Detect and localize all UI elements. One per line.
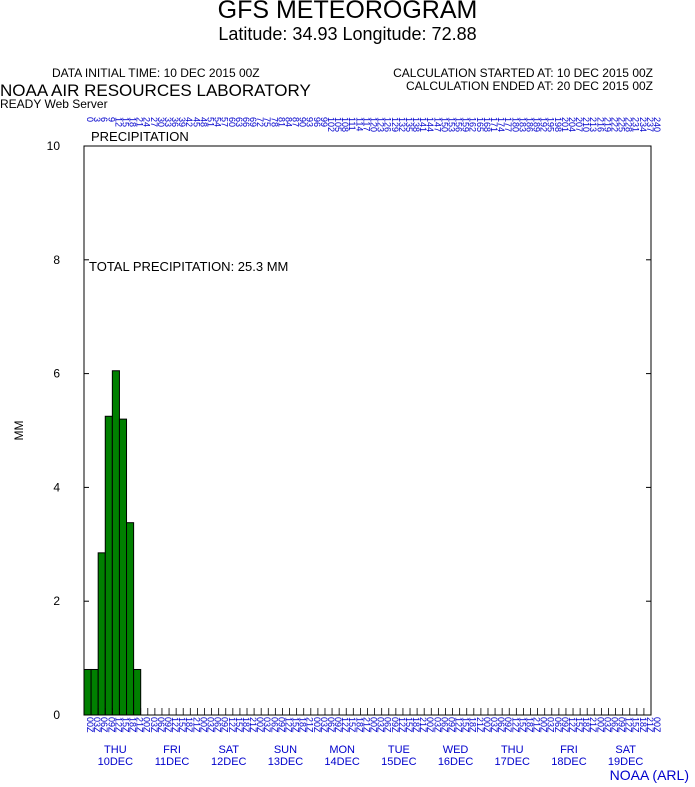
y-tick-label: 4 <box>53 480 60 494</box>
bottom-tick-label: 00Z <box>652 717 662 733</box>
day-date-label: 14DEC <box>324 756 360 768</box>
plot-frame <box>83 145 652 716</box>
day-weekday-label: FRI <box>163 744 181 756</box>
day-date-label: 16DEC <box>438 756 474 768</box>
y-tick-label: 2 <box>53 594 60 608</box>
precipitation-chart: 0246810036912151821242730333639424548515… <box>12 117 662 768</box>
footer-credit: NOAA (ARL) <box>609 767 689 783</box>
day-weekday-label: MON <box>329 744 355 756</box>
y-tick-label: 0 <box>53 708 60 722</box>
precip-bar <box>83 668 92 716</box>
precip-bar <box>97 552 106 716</box>
day-date-label: 13DEC <box>268 756 304 768</box>
day-weekday-label: THU <box>501 744 524 756</box>
day-weekday-label: SAT <box>218 744 239 756</box>
day-date-label: 11DEC <box>155 756 190 768</box>
total-precipitation-annotation: TOTAL PRECIPITATION: 25.3 MM <box>89 259 288 274</box>
day-weekday-label: FRI <box>560 744 578 756</box>
day-date-label: 18DEC <box>551 756 587 768</box>
day-weekday-label: SAT <box>615 744 636 756</box>
day-weekday-label: SUN <box>274 744 297 756</box>
chart-title: PRECIPITATION <box>91 129 189 144</box>
day-date-label: 17DEC <box>495 756 531 768</box>
day-date-label: 10DEC <box>98 756 134 768</box>
precip-bar <box>126 522 135 716</box>
y-tick-label: 8 <box>53 253 60 267</box>
y-tick-label: 6 <box>53 367 60 381</box>
day-weekday-label: WED <box>443 744 469 756</box>
day-date-label: 15DEC <box>381 756 417 768</box>
top-tick-label: 240 <box>652 117 662 132</box>
precip-bar <box>111 370 120 716</box>
precip-bar <box>118 418 128 716</box>
day-weekday-label: TUE <box>388 744 410 756</box>
y-axis-label: MM <box>12 421 26 441</box>
day-weekday-label: THU <box>104 744 127 756</box>
y-tick-label: 10 <box>47 139 61 153</box>
day-date-label: 12DEC <box>211 756 247 768</box>
precip-bar <box>104 415 113 716</box>
precip-bar <box>90 668 99 716</box>
precip-bar <box>133 668 142 716</box>
